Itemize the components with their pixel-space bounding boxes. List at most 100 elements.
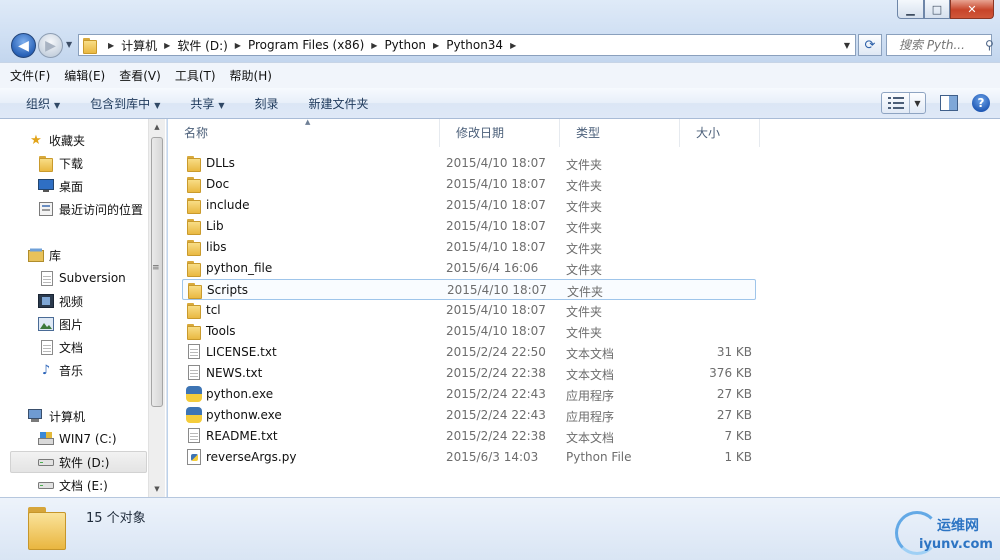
- file-type: 文件夹: [566, 326, 603, 340]
- recent-places-icon: [38, 201, 54, 217]
- file-row[interactable]: Doc 2015/4/10 18:07 文件夹: [182, 174, 756, 195]
- file-size: 1 KB: [724, 450, 752, 464]
- nav-favorites[interactable]: ★ 收藏夹: [28, 129, 85, 151]
- refresh-button[interactable]: ⟳: [858, 34, 882, 56]
- file-name: python_file: [206, 261, 273, 275]
- chevron-right-icon[interactable]: ▶: [228, 41, 248, 50]
- search-box[interactable]: ⚲: [886, 34, 994, 56]
- nav-libraries[interactable]: 库: [28, 244, 61, 266]
- nav-drive-d[interactable]: 软件 (D:): [10, 451, 147, 473]
- preview-pane-button[interactable]: [936, 92, 962, 114]
- column-size[interactable]: 大小: [680, 119, 760, 147]
- breadcrumb-python[interactable]: Python: [384, 38, 426, 52]
- file-row[interactable]: python.exe 2015/2/24 22:43 应用程序 27 KB: [182, 384, 756, 405]
- python-icon: [186, 386, 202, 402]
- file-row[interactable]: NEWS.txt 2015/2/24 22:38 文本文档 376 KB: [182, 363, 756, 384]
- menu-edit[interactable]: 编辑(E): [64, 67, 105, 84]
- chevron-right-icon[interactable]: ▶: [503, 41, 523, 50]
- include-in-library-button[interactable]: 包含到库中 ▼: [90, 95, 160, 112]
- grip-icon: ≡: [152, 263, 160, 273]
- chevron-down-icon[interactable]: ▼: [910, 99, 925, 108]
- file-type: 文件夹: [566, 221, 603, 235]
- menu-view[interactable]: 查看(V): [119, 67, 161, 84]
- file-size: 7 KB: [724, 429, 752, 443]
- burn-button[interactable]: 刻录: [255, 95, 279, 112]
- minimize-button[interactable]: ▁: [897, 0, 924, 19]
- nav-videos[interactable]: 视频: [38, 290, 83, 312]
- change-view-button[interactable]: ▼: [881, 92, 926, 114]
- address-history-dropdown[interactable]: ▼: [839, 41, 855, 50]
- refresh-icon: ⟳: [864, 37, 876, 53]
- file-row[interactable]: LICENSE.txt 2015/2/24 22:50 文本文档 31 KB: [182, 342, 756, 363]
- file-date-modified: 2015/4/10 18:07: [447, 283, 547, 297]
- file-type: 文件夹: [566, 242, 603, 256]
- nav-subversion[interactable]: Subversion: [38, 267, 126, 289]
- menu-help[interactable]: 帮助(H): [230, 67, 272, 84]
- scroll-up-icon[interactable]: ▲: [149, 119, 165, 135]
- file-size: 376 KB: [709, 366, 752, 380]
- nav-recent-places[interactable]: 最近访问的位置: [38, 198, 143, 220]
- chevron-down-icon: ▼: [54, 100, 61, 110]
- navigation-pane: ★ 收藏夹 下载 桌面 最近访问的位置 库 Subversion 视频 图片 文档…: [0, 119, 167, 497]
- file-date-modified: 2015/4/10 18:07: [446, 303, 546, 317]
- address-bar[interactable]: ▶ 计算机 ▶ 软件 (D:) ▶ Program Files (x86) ▶ …: [78, 34, 856, 56]
- file-type: 文件夹: [566, 305, 603, 319]
- file-row[interactable]: python_file 2015/6/4 16:06 文件夹: [182, 258, 756, 279]
- nav-drive-e[interactable]: 文档 (E:): [38, 474, 108, 496]
- nav-drive-e-label: 文档 (E:): [59, 478, 108, 493]
- help-icon[interactable]: ?: [972, 94, 990, 112]
- chevron-right-icon[interactable]: ▶: [364, 41, 384, 50]
- file-row[interactable]: Tools 2015/4/10 18:07 文件夹: [182, 321, 756, 342]
- breadcrumb-program-files[interactable]: Program Files (x86): [248, 38, 364, 52]
- nav-favorites-label: 收藏夹: [49, 133, 86, 148]
- nav-drive-d-label: 软件 (D:): [59, 455, 110, 470]
- window-controls: ▁ □ ✕: [897, 0, 994, 19]
- maximize-button[interactable]: □: [924, 0, 950, 19]
- menu-tools[interactable]: 工具(T): [175, 67, 216, 84]
- scroll-down-icon[interactable]: ▼: [149, 481, 165, 497]
- file-row[interactable]: pythonw.exe 2015/2/24 22:43 应用程序 27 KB: [182, 405, 756, 426]
- column-type[interactable]: 类型: [560, 119, 680, 147]
- recent-pages-dropdown[interactable]: ▼: [66, 40, 72, 49]
- file-name: LICENSE.txt: [206, 345, 277, 359]
- forward-button[interactable]: ▶: [38, 33, 63, 58]
- file-row[interactable]: include 2015/4/10 18:07 文件夹: [182, 195, 756, 216]
- nav-computer[interactable]: 计算机: [28, 405, 85, 427]
- search-input[interactable]: [899, 38, 985, 52]
- folder-icon: [187, 282, 203, 299]
- file-type: 文件夹: [567, 285, 604, 299]
- nav-documents[interactable]: 文档: [38, 336, 83, 358]
- file-row[interactable]: tcl 2015/4/10 18:07 文件夹: [182, 300, 756, 321]
- chevron-right-icon[interactable]: ▶: [426, 41, 446, 50]
- nav-pictures[interactable]: 图片: [38, 313, 83, 335]
- chevron-right-icon[interactable]: ▶: [157, 41, 177, 50]
- column-date-modified[interactable]: 修改日期: [440, 119, 560, 147]
- file-type: 文本文档: [566, 431, 615, 445]
- column-name[interactable]: 名称: [168, 119, 440, 147]
- file-row[interactable]: reverseArgs.py 2015/6/3 14:03 Python File 1…: [182, 447, 756, 468]
- back-button[interactable]: ◀: [11, 33, 36, 58]
- videos-icon: [38, 293, 54, 309]
- new-folder-button[interactable]: 新建文件夹: [309, 95, 369, 112]
- breadcrumb-drive-d[interactable]: 软件 (D:): [177, 37, 227, 54]
- file-row[interactable]: DLLs 2015/4/10 18:07 文件夹: [182, 153, 756, 174]
- chevron-right-icon[interactable]: ▶: [101, 41, 121, 50]
- close-button[interactable]: ✕: [950, 0, 994, 19]
- menu-file[interactable]: 文件(F): [10, 67, 50, 84]
- share-button[interactable]: 共享 ▼: [190, 95, 224, 112]
- nav-pane-scrollbar[interactable]: ▲ ≡ ▼: [148, 119, 165, 497]
- file-row[interactable]: libs 2015/4/10 18:07 文件夹: [182, 237, 756, 258]
- search-icon[interactable]: ⚲: [985, 38, 994, 52]
- file-row[interactable]: README.txt 2015/2/24 22:38 文本文档 7 KB: [182, 426, 756, 447]
- window-title-bar: ▁ □ ✕ ◀ ▶ ▼ ▶ 计算机 ▶ 软件 (D:) ▶ Program Fi…: [0, 0, 1000, 62]
- nav-drive-c[interactable]: WIN7 (C:): [38, 428, 117, 450]
- breadcrumb-computer[interactable]: 计算机: [121, 37, 157, 54]
- nav-desktop[interactable]: 桌面: [38, 175, 83, 197]
- nav-downloads[interactable]: 下载: [38, 152, 83, 174]
- organize-button[interactable]: 组织 ▼: [26, 95, 60, 112]
- nav-music[interactable]: ♪ 音乐: [38, 359, 83, 381]
- file-row[interactable]: Scripts 2015/4/10 18:07 文件夹: [182, 279, 756, 300]
- breadcrumb-python34[interactable]: Python34: [446, 38, 503, 52]
- file-type: 文件夹: [566, 263, 603, 277]
- file-row[interactable]: Lib 2015/4/10 18:07 文件夹: [182, 216, 756, 237]
